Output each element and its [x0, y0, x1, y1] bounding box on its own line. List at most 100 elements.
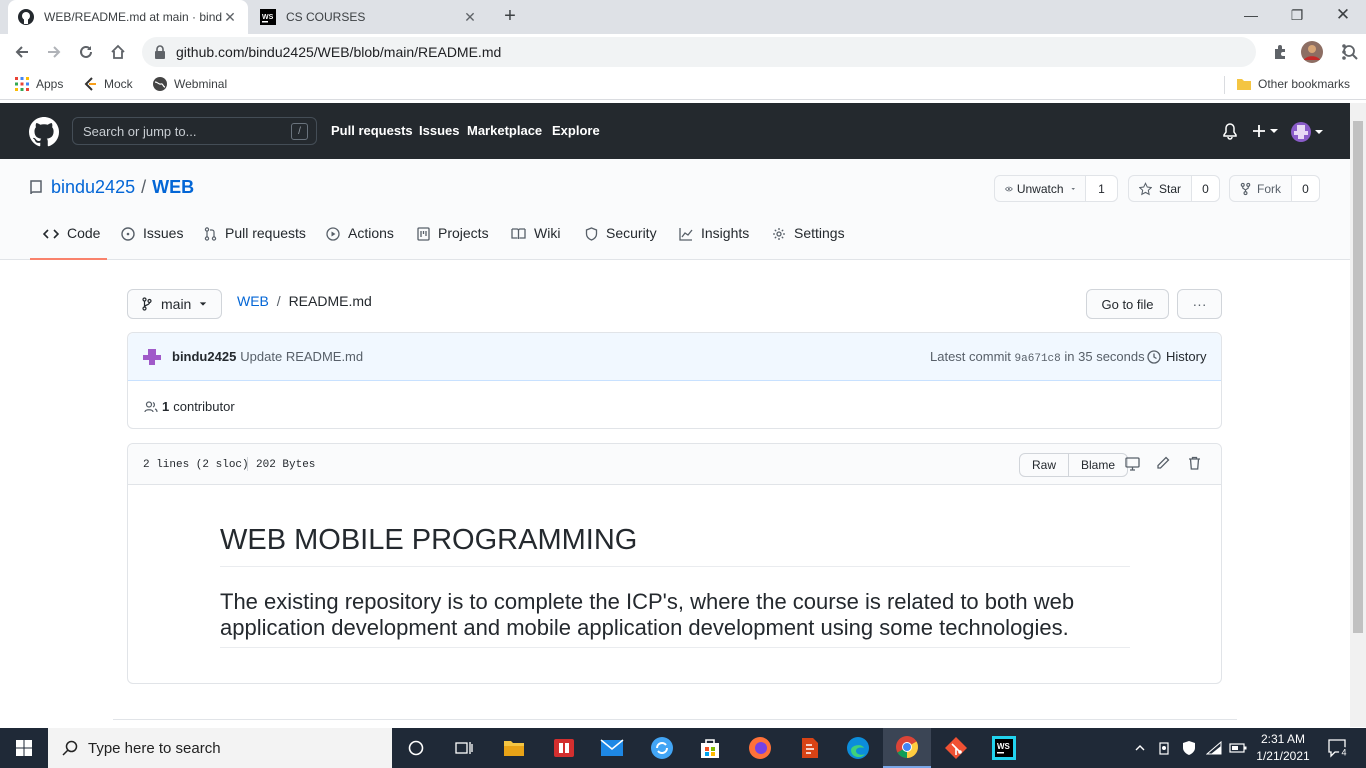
tab-close-icon[interactable]: ✕: [462, 9, 478, 26]
windows-taskbar: Type here to search WS 2:31 AM 1/21/2021…: [0, 728, 1366, 768]
windows-start-icon[interactable]: [0, 728, 48, 768]
shield-icon: [585, 227, 598, 241]
unwatch-label: Unwatch: [1016, 181, 1064, 196]
repo-icon: [30, 180, 42, 195]
branch-select-button[interactable]: main: [127, 289, 222, 319]
github-logo-icon[interactable]: [29, 117, 59, 147]
breadcrumb-repo-link[interactable]: WEB: [237, 293, 269, 309]
star-count[interactable]: 0: [1191, 176, 1219, 201]
create-new-dropdown[interactable]: [1252, 124, 1279, 138]
back-icon[interactable]: [10, 40, 34, 64]
battery-icon[interactable]: [1227, 728, 1249, 768]
history-link[interactable]: History: [1147, 349, 1206, 364]
trash-icon[interactable]: [1188, 456, 1201, 470]
contributors-link[interactable]: 1 contributor: [144, 399, 235, 414]
tab-settings[interactable]: Settings: [772, 225, 845, 260]
star-button[interactable]: Star 0: [1128, 175, 1220, 202]
forward-icon[interactable]: [42, 40, 66, 64]
action-center-icon[interactable]: 4: [1318, 728, 1358, 768]
task-view-icon[interactable]: [440, 728, 488, 768]
caret-down-icon: [1315, 130, 1323, 134]
commit-author[interactable]: bindu2425: [172, 349, 236, 364]
bookmark-mock[interactable]: Mock: [82, 76, 133, 92]
desktop-icon[interactable]: [1125, 457, 1140, 471]
tab-issues[interactable]: Issues: [121, 225, 183, 260]
extensions-icon[interactable]: [1268, 40, 1292, 64]
cortana-icon[interactable]: [392, 728, 440, 768]
bookmark-webminal[interactable]: Webminal: [152, 76, 227, 92]
branch-icon: [142, 297, 152, 311]
go-to-file-button[interactable]: Go to file: [1086, 289, 1169, 319]
people-icon: [144, 400, 158, 412]
tab-actions[interactable]: Actions: [326, 225, 394, 260]
file-explorer-icon[interactable]: [490, 728, 538, 768]
pencil-icon[interactable]: [1156, 456, 1170, 470]
watch-count[interactable]: 1: [1085, 176, 1117, 201]
tab-wiki[interactable]: Wiki: [511, 225, 560, 260]
webstorm-taskbar-icon[interactable]: WS: [980, 728, 1028, 768]
bookmark-apps[interactable]: Apps: [14, 76, 63, 92]
system-clock[interactable]: 2:31 AM 1/21/2021: [1248, 731, 1318, 765]
github-search-input[interactable]: Search or jump to... /: [72, 117, 317, 145]
commit-sha[interactable]: 9a671c8: [1015, 353, 1061, 365]
show-hidden-icons-icon[interactable]: [1128, 728, 1152, 768]
tab-cs-courses[interactable]: WS CS COURSES ✕: [250, 0, 488, 34]
taskbar-search-input[interactable]: Type here to search: [48, 728, 392, 768]
more-options-button[interactable]: ···: [1177, 289, 1222, 319]
reader-app-icon[interactable]: [540, 728, 588, 768]
minimize-icon[interactable]: —: [1228, 0, 1274, 30]
blame-button[interactable]: Blame: [1069, 454, 1127, 476]
address-bar[interactable]: github.com/bindu2425/WEB/blob/main/READM…: [142, 37, 1358, 67]
wifi-icon[interactable]: [1203, 728, 1225, 768]
bookmark-label: Mock: [104, 77, 133, 91]
tab-readme[interactable]: WEB/README.md at main · bindu2425 ✕: [8, 0, 248, 34]
clock-time: 2:31 AM: [1260, 732, 1306, 746]
firefox-icon[interactable]: [736, 728, 784, 768]
new-tab-icon[interactable]: +: [498, 5, 522, 29]
store-icon[interactable]: [686, 728, 734, 768]
chrome-menu-icon[interactable]: [1332, 40, 1356, 64]
commit-message[interactable]: Update README.md: [240, 349, 363, 364]
tab-close-icon[interactable]: ✕: [222, 9, 238, 26]
unwatch-button[interactable]: Unwatch 1: [994, 175, 1118, 202]
maximize-icon[interactable]: ❐: [1274, 0, 1320, 30]
repo-owner-link[interactable]: bindu2425: [51, 177, 135, 198]
defender-shield-icon[interactable]: [1177, 728, 1201, 768]
tab-insights[interactable]: Insights: [679, 225, 749, 260]
sync-app-icon[interactable]: [638, 728, 686, 768]
nav-explore[interactable]: Explore: [552, 123, 600, 138]
close-window-icon[interactable]: ✕: [1320, 0, 1366, 30]
branch-name: main: [161, 296, 192, 312]
page-scrollbar[interactable]: [1350, 103, 1366, 727]
scrollbar-thumb[interactable]: [1353, 121, 1363, 633]
nav-marketplace[interactable]: Marketplace: [467, 123, 542, 138]
raw-button[interactable]: Raw: [1020, 454, 1070, 476]
git-icon[interactable]: [932, 728, 980, 768]
edge-icon[interactable]: [834, 728, 882, 768]
chrome-taskbar-icon[interactable]: [883, 728, 931, 768]
fork-button[interactable]: Fork 0: [1229, 175, 1320, 202]
nav-pull-requests[interactable]: Pull requests: [331, 123, 413, 138]
home-icon[interactable]: [106, 40, 130, 64]
tab-projects[interactable]: Projects: [417, 225, 489, 260]
notification-count: 4: [1342, 748, 1347, 758]
code-icon: [43, 229, 59, 239]
book-icon: [511, 228, 526, 239]
profile-avatar-icon[interactable]: [1300, 40, 1324, 64]
notifications-bell-icon[interactable]: [1222, 123, 1238, 140]
other-bookmarks[interactable]: Other bookmarks: [1236, 76, 1350, 92]
fork-count[interactable]: 0: [1291, 176, 1319, 201]
repo-name-link[interactable]: WEB: [152, 177, 194, 198]
nav-issues[interactable]: Issues: [419, 123, 459, 138]
user-menu[interactable]: [1291, 122, 1324, 142]
search-placeholder: Search or jump to...: [83, 124, 197, 139]
tab-pull-requests[interactable]: Pull requests: [204, 225, 306, 260]
star-icon: [1139, 181, 1152, 195]
tab-code[interactable]: Code: [30, 225, 107, 260]
app-icon[interactable]: [786, 728, 834, 768]
mail-icon[interactable]: [588, 728, 636, 768]
reload-icon[interactable]: [74, 40, 98, 64]
clock-date: 1/21/2021: [1256, 749, 1310, 763]
battery-meter-icon[interactable]: [1153, 728, 1175, 768]
tab-security[interactable]: Security: [585, 225, 657, 260]
